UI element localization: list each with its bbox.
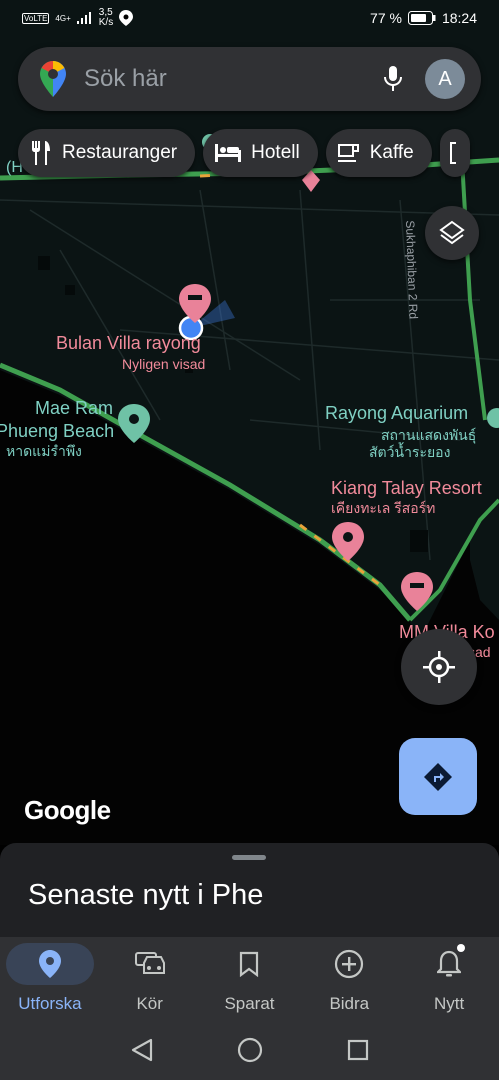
nav-label: Kör — [136, 994, 163, 1013]
chip-label: Restauranger — [62, 142, 178, 163]
nav-label: Sparat — [224, 994, 275, 1013]
chip-label: Hotell — [251, 142, 300, 163]
chip-hotels[interactable]: Hotell — [203, 129, 318, 177]
map-label-bulan-villa-sub: Nyligen visad — [122, 356, 206, 372]
map-label-road: Sukhaphiban 2 Rd — [403, 220, 421, 320]
chip-restaurants[interactable]: Restauranger — [18, 129, 196, 177]
nav-explore[interactable]: Utforska — [0, 937, 100, 1019]
mic-icon[interactable] — [375, 61, 411, 97]
fork-knife-icon — [32, 141, 50, 165]
chip-label: Kaffe — [369, 142, 414, 163]
map-label-mae-ram-thai: หาดแม่รำพึง — [6, 443, 82, 459]
search-bar[interactable]: Sök här A — [18, 47, 481, 111]
map-label-rayong-aquarium[interactable]: Rayong Aquarium — [325, 403, 468, 423]
signal-icon — [76, 12, 91, 24]
recents-button[interactable] — [341, 1033, 375, 1067]
data-speed: 3,5 K/s — [99, 8, 113, 28]
location-pin-icon — [38, 950, 61, 978]
google-logo: Google — [24, 795, 111, 825]
chip-more[interactable] — [439, 129, 470, 177]
home-circle-icon — [237, 1037, 262, 1062]
layers-button[interactable] — [425, 206, 479, 260]
google-maps-logo-icon — [40, 61, 66, 97]
map-label-mae-ram-beach[interactable]: Phueng Beach — [0, 421, 114, 441]
search-input[interactable]: Sök här — [84, 65, 375, 93]
category-chips: Restauranger Hotell Kaffe — [18, 129, 470, 179]
network-type: 4G+ — [55, 13, 71, 23]
drag-handle[interactable] — [232, 855, 266, 860]
directions-icon — [424, 762, 452, 791]
home-button[interactable] — [233, 1033, 267, 1067]
status-bar: VoLTE 4G+ 3,5 K/s 77 % 18:24 — [0, 0, 499, 36]
bottom-navigation: Utforska Kör Sparat Bidra Nytt — [0, 937, 499, 1019]
bottom-sheet[interactable]: Senaste nytt i Phe — [0, 843, 499, 938]
back-button[interactable] — [125, 1033, 159, 1067]
back-triangle-icon — [131, 1038, 152, 1061]
map-label-kiang-talay[interactable]: Kiang Talay Resort — [331, 478, 482, 498]
nav-label: Utforska — [18, 994, 82, 1013]
chip-coffee[interactable]: Kaffe — [325, 129, 432, 177]
map-label-mae-ram[interactable]: Mae Ram — [35, 398, 113, 418]
nav-saved[interactable]: Sparat — [200, 937, 300, 1019]
directions-button[interactable] — [399, 738, 477, 815]
crosshair-icon — [423, 651, 455, 683]
nav-label: Bidra — [329, 994, 370, 1013]
battery-icon — [407, 11, 436, 25]
bed-icon — [215, 144, 242, 162]
data-speed-unit: K/s — [98, 17, 114, 28]
hotel-pin-icon — [401, 572, 433, 611]
map-view[interactable]: Bulan Villa rayong Nyligen visad Mae Ram… — [0, 0, 499, 845]
aquarium-pin-icon — [487, 408, 499, 428]
volte-indicator: VoLTE — [22, 12, 50, 24]
map-label-aquarium-thai-2: สัตว์น้ำระยอง — [369, 444, 451, 460]
nav-updates[interactable]: Nytt — [399, 937, 499, 1019]
map-label-aquarium-thai-1: สถานแสดงพันธุ์ — [381, 427, 477, 443]
bookmark-icon — [240, 951, 259, 977]
avatar[interactable]: A — [425, 59, 465, 99]
nav-drive[interactable]: Kör — [100, 937, 200, 1019]
bell-icon — [437, 950, 462, 977]
nav-label: Nytt — [433, 994, 465, 1013]
map-label-kiang-talay-thai: เคียงทะเล รีสอร์ท — [331, 500, 436, 516]
sheet-title: Senaste nytt i Phe — [28, 879, 264, 911]
my-location-button[interactable] — [401, 629, 477, 705]
location-icon — [119, 10, 134, 26]
more-chip-icon — [449, 142, 456, 164]
battery-percent: 77 % — [370, 10, 402, 26]
system-navigation-bar — [0, 1019, 499, 1080]
recents-square-icon — [347, 1039, 368, 1060]
add-circle-icon — [335, 949, 364, 979]
nav-contribute[interactable]: Bidra — [299, 937, 399, 1019]
car-icon — [134, 952, 165, 974]
layers-icon — [439, 220, 465, 245]
map-label-bulan-villa[interactable]: Bulan Villa rayong — [56, 333, 201, 353]
coffee-icon — [337, 144, 359, 162]
clock: 18:24 — [441, 10, 477, 26]
